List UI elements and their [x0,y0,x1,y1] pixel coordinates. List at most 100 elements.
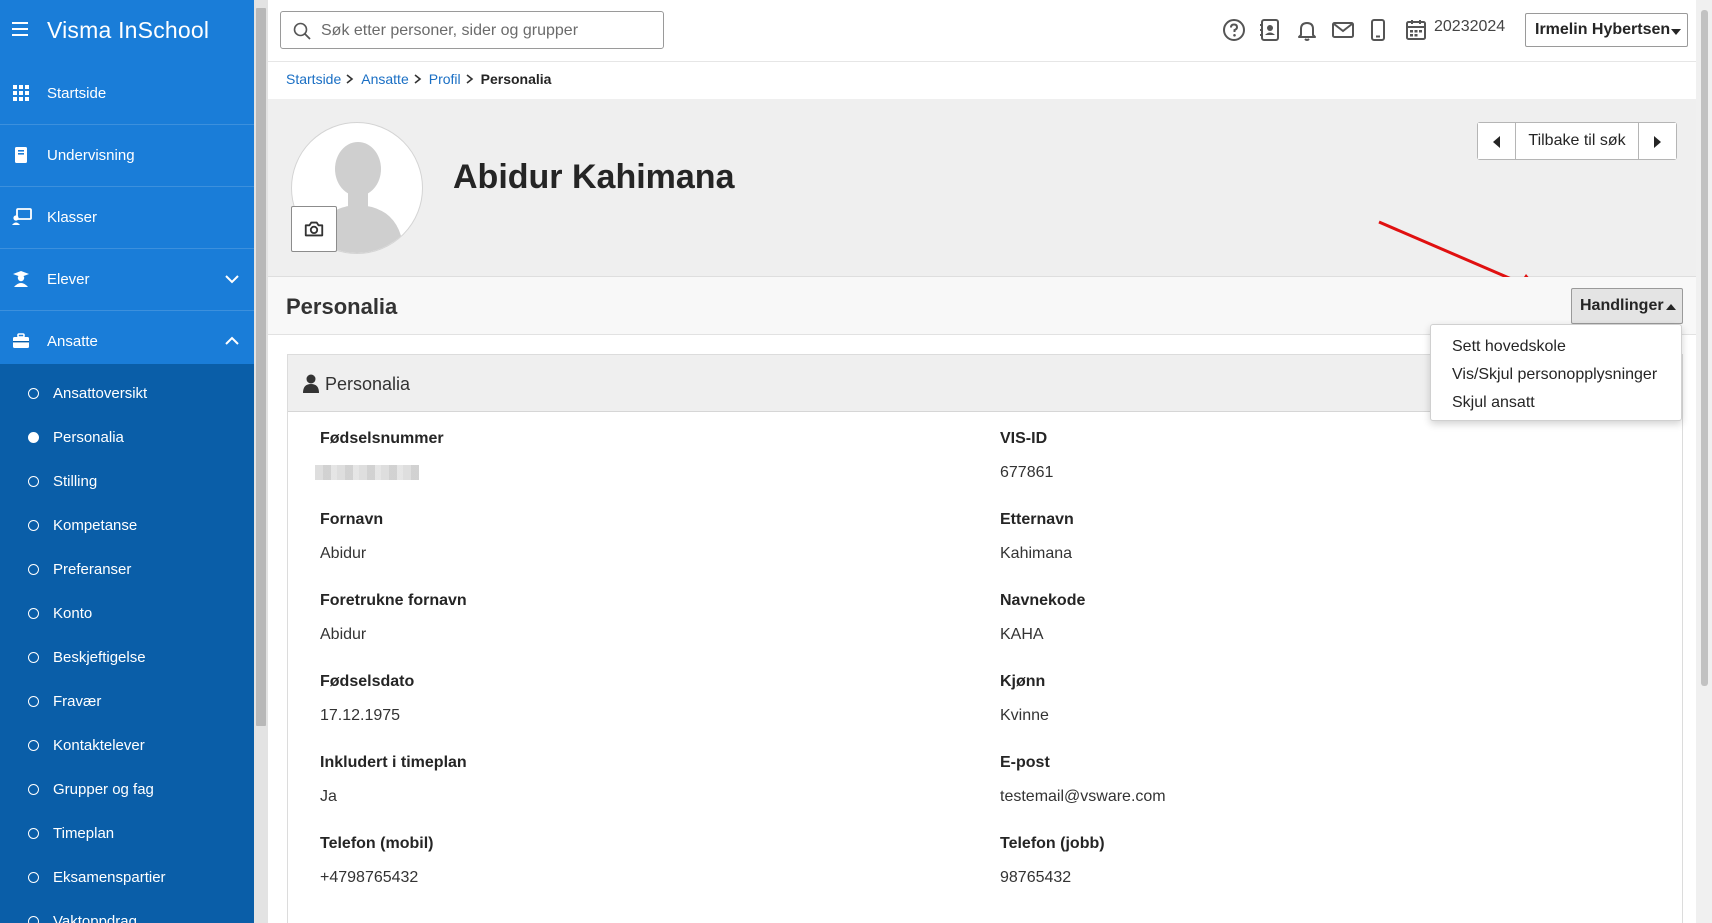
field-value: Ja [320,788,337,805]
sidebar-subitem-label: Konto [53,604,93,622]
back-to-search-button[interactable]: Tilbake til søk [1515,123,1639,159]
person-name: Abidur Kahimana [453,158,735,196]
classroom-icon [12,208,32,225]
field-label: Telefon (mobil) [320,835,434,852]
dot-icon [28,564,39,575]
field-value: +4798765432 [320,869,419,886]
bell-icon[interactable] [1295,18,1319,42]
field-value: KAHA [1000,626,1044,643]
actions-button[interactable]: Handlinger [1571,288,1683,324]
calendar-icon[interactable] [1404,18,1428,42]
field-label: Telefon (jobb) [1000,835,1105,852]
personalia-card: Personalia [287,354,1683,923]
person-icon [303,374,319,393]
sidebar-subitem-label: Kontaktelever [53,736,145,754]
page-scrollbar-thumb[interactable] [1701,10,1708,686]
field-value: 98765432 [1000,869,1072,886]
sidebar-subitem-label: Grupper og fag [53,780,154,798]
field-label: Kjønn [1000,673,1046,690]
breadcrumb-startside[interactable]: Startside [286,71,341,87]
field-value: Kvinne [1000,707,1049,724]
change-photo-button[interactable] [291,206,337,252]
dot-icon [28,476,39,487]
search-icon [293,22,311,40]
contacts-icon[interactable] [1258,18,1282,42]
previous-button[interactable] [1478,123,1515,159]
sidebar-item-klasser[interactable]: Klasser [0,186,254,248]
app-title[interactable]: Visma InSchool [47,17,209,44]
sidebar-subitem-label: Eksamenspartier [53,868,166,886]
sidebar: Visma InSchool Startside Undervisning Kl… [0,0,254,923]
sidebar-subitem[interactable]: Kompetanse [0,503,254,547]
school-year[interactable]: 20232024 [1434,18,1505,36]
sidebar-subitem[interactable]: Eksamenspartier [0,855,254,899]
field-label: Fødselsdato [320,673,415,690]
search-box[interactable] [280,11,664,49]
next-button[interactable] [1639,123,1676,159]
sidebar-subitem-label: Stilling [53,472,98,490]
sidebar-subitem[interactable]: Beskjeftigelse [0,635,254,679]
actions-label: Handlinger [1580,297,1664,314]
menu-icon[interactable] [12,22,28,36]
sidebar-item-undervisning[interactable]: Undervisning [0,124,254,186]
dot-icon [28,652,39,663]
sidebar-subitem-label: Vaktoppdrag [53,912,137,923]
user-name: Irmelin Hybertsen [1535,21,1671,38]
sidebar-subitem[interactable]: Preferanser [0,547,254,591]
field-value: Abidur [320,545,367,562]
sidebar-subitem[interactable]: Konto [0,591,254,635]
sidebar-subitem[interactable]: Stilling [0,459,254,503]
sidebar-subitem-label: Personalia [53,428,124,446]
breadcrumb: Startside Ansatte Profil Personalia [286,71,551,87]
sidebar-item-label: Elever [47,270,90,288]
sidebar-item-label: Ansatte [47,332,98,350]
sidebar-subitem-label: Timeplan [53,824,115,842]
chevron-down-icon [225,275,239,284]
sidebar-item-elever[interactable]: Elever [0,248,254,310]
actions-dropdown-menu: Sett hovedskole Vis/Skjul personopplysni… [1430,324,1682,421]
caret-right-icon [1654,136,1661,148]
grid-icon [13,85,29,101]
breadcrumb-profil[interactable]: Profil [429,71,461,87]
sidebar-item-ansatte[interactable]: Ansatte [0,310,254,372]
sidebar-subitem[interactable]: Fravær [0,679,254,723]
briefcase-icon [13,333,29,348]
sidebar-subitem-label: Ansattoversikt [53,384,148,402]
book-icon [15,147,27,163]
search-result-pager: Tilbake til søk [1477,122,1677,160]
field-value: 677861 [1000,464,1054,481]
sidebar-subitem[interactable]: Vaktoppdrag [0,899,254,923]
sidebar-subitem-label: Kompetanse [53,516,138,534]
sidebar-header: Visma InSchool [0,0,254,62]
sidebar-item-label: Klasser [47,208,98,226]
menu-item-skjul-ansatt[interactable]: Skjul ansatt [1431,389,1681,417]
breadcrumb-current: Personalia [480,71,552,87]
sidebar-subitem[interactable]: Timeplan [0,811,254,855]
menu-item-sett-hovedskole[interactable]: Sett hovedskole [1431,333,1681,361]
student-icon [13,271,29,287]
field-label: Foretrukne fornavn [320,592,467,609]
search-input[interactable] [321,20,651,42]
breadcrumb-ansatte[interactable]: Ansatte [361,71,408,87]
sidebar-scrollbar-thumb[interactable] [256,8,266,726]
field-label: Fødselsnummer [320,430,444,447]
help-icon[interactable] [1222,18,1246,42]
sidebar-subitem-label: Fravær [53,692,102,710]
dot-icon [28,696,39,707]
sidebar-subitem[interactable]: Kontaktelever [0,723,254,767]
sidebar-subitem[interactable]: Personalia [0,415,254,459]
mobile-icon[interactable] [1366,18,1390,42]
user-menu-button[interactable]: Irmelin Hybertsen [1525,13,1688,47]
sidebar-subitem[interactable]: Ansattoversikt [0,371,254,415]
camera-icon [304,221,324,237]
dot-icon [28,520,39,531]
caret-left-icon [1493,136,1500,148]
menu-item-vis-skjul-personopplysninger[interactable]: Vis/Skjul personopplysninger [1431,361,1681,389]
caret-down-icon [1671,29,1681,35]
field-value: 17.12.1975 [320,707,401,724]
sidebar-subitem[interactable]: Grupper og fag [0,767,254,811]
dot-icon [28,608,39,619]
top-bar: 20232024 Irmelin Hybertsen [268,0,1696,62]
sidebar-item-startside[interactable]: Startside [0,62,254,124]
mail-icon[interactable] [1331,18,1355,42]
